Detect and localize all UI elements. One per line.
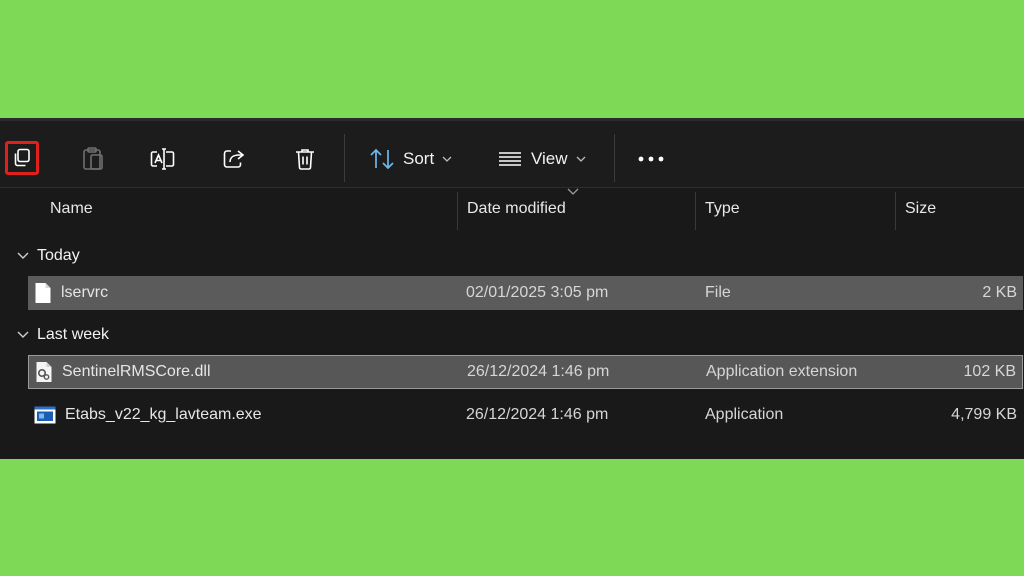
group-header-last-week[interactable]: Last week bbox=[14, 320, 109, 350]
file-date: 26/12/2024 1:46 pm bbox=[466, 406, 609, 423]
chevron-down-icon bbox=[576, 156, 586, 162]
toolbar-separator bbox=[614, 134, 615, 182]
sort-indicator-icon bbox=[567, 188, 579, 195]
exe-app-icon bbox=[34, 406, 56, 424]
rename-button[interactable] bbox=[146, 142, 180, 176]
column-header-name[interactable]: Name bbox=[50, 188, 93, 230]
rename-icon bbox=[150, 148, 175, 170]
file-date: 02/01/2025 3:05 pm bbox=[466, 284, 609, 301]
column-divider[interactable] bbox=[457, 192, 458, 230]
file-size: 102 KB bbox=[963, 363, 1016, 380]
paste-button[interactable] bbox=[76, 142, 110, 176]
copy-icon bbox=[14, 148, 30, 167]
column-header-row: Name Date modified Type Size bbox=[14, 188, 1024, 230]
sort-arrows-icon bbox=[370, 148, 394, 170]
column-header-type[interactable]: Type bbox=[705, 188, 740, 230]
paste-icon bbox=[83, 147, 103, 170]
share-icon bbox=[223, 150, 245, 168]
file-list: Name Date modified Type Size Today lserv… bbox=[14, 188, 1024, 459]
view-button[interactable]: View bbox=[493, 142, 590, 176]
sort-label: Sort bbox=[403, 149, 435, 168]
column-header-size[interactable]: Size bbox=[905, 188, 936, 230]
more-options-button[interactable] bbox=[632, 142, 670, 176]
command-bar: Sort View bbox=[0, 118, 1024, 188]
file-size: 4,799 KB bbox=[951, 406, 1017, 423]
chevron-down-icon bbox=[17, 252, 29, 259]
trash-icon bbox=[296, 149, 314, 170]
file-type: File bbox=[705, 284, 731, 301]
group-header-today[interactable]: Today bbox=[14, 241, 80, 271]
file-explorer-window: Sort View Name Date modified Type Size T… bbox=[0, 118, 1024, 459]
dll-file-icon bbox=[35, 361, 53, 383]
column-divider[interactable] bbox=[895, 192, 896, 230]
file-row[interactable]: SentinelRMSCore.dll 26/12/2024 1:46 pm A… bbox=[28, 355, 1023, 389]
file-row[interactable]: Etabs_v22_kg_lavteam.exe 26/12/2024 1:46… bbox=[28, 398, 1023, 432]
view-label: View bbox=[531, 149, 568, 168]
file-icon bbox=[34, 282, 52, 304]
file-date: 26/12/2024 1:46 pm bbox=[467, 363, 610, 380]
view-lines-icon bbox=[499, 152, 521, 166]
file-row[interactable]: lservrc 02/01/2025 3:05 pm File 2 KB bbox=[28, 276, 1023, 310]
copy-button[interactable] bbox=[5, 141, 39, 175]
file-type: Application extension bbox=[706, 363, 858, 380]
share-button[interactable] bbox=[217, 142, 251, 176]
toolbar-separator bbox=[344, 134, 345, 182]
more-icon bbox=[638, 156, 664, 162]
chevron-down-icon bbox=[442, 156, 452, 162]
column-header-date[interactable]: Date modified bbox=[467, 188, 566, 230]
chevron-down-icon bbox=[17, 331, 29, 338]
sort-button[interactable]: Sort bbox=[365, 142, 456, 176]
file-name: lservrc bbox=[61, 284, 109, 301]
file-type: Application bbox=[705, 406, 784, 423]
file-size: 2 KB bbox=[982, 284, 1017, 301]
file-name: Etabs_v22_kg_lavteam.exe bbox=[65, 406, 262, 423]
delete-button[interactable] bbox=[288, 142, 322, 176]
column-divider[interactable] bbox=[695, 192, 696, 230]
file-name: SentinelRMSCore.dll bbox=[62, 363, 211, 380]
